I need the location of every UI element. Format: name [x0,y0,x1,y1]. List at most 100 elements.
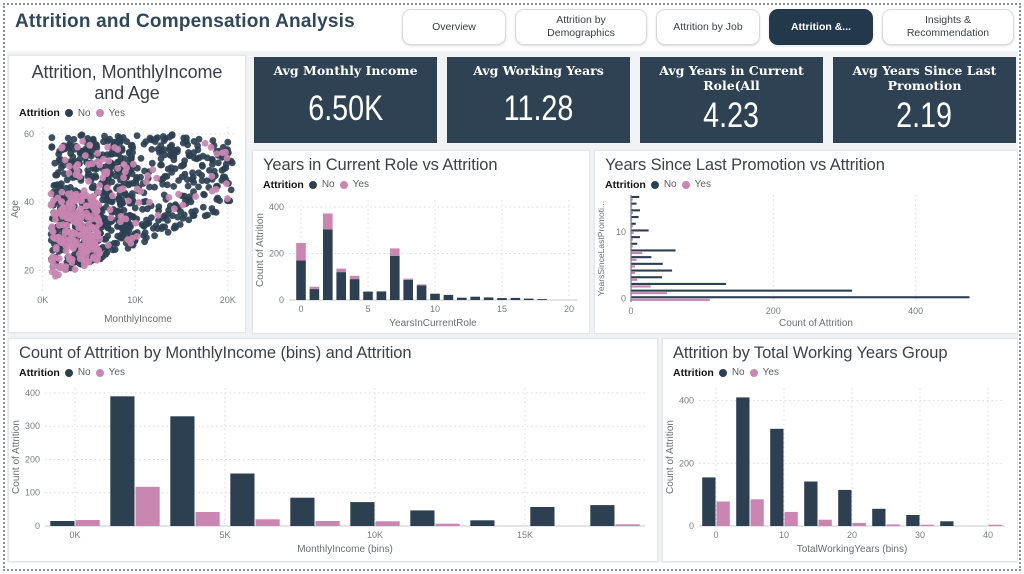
years-since-promotion-chart[interactable]: 0 200 400 0 10 Count of Attrition YearsSinceLa… [595,192,1017,330]
income-bins-panel: Count of Attrition by MonthlyIncome (bin… [8,338,658,562]
svg-text:0: 0 [713,530,718,540]
svg-text:10: 10 [430,304,440,314]
svg-text:Count of Attrition: Count of Attrition [665,420,676,494]
svg-text:60: 60 [24,129,34,139]
legend-title: Attrition [19,107,60,120]
svg-text:0K: 0K [69,530,80,540]
chart-title: Attrition, MonthlyIncome and Age [31,62,223,103]
legend-dot-no [64,109,73,118]
svg-text:20K: 20K [220,295,236,305]
svg-text:200: 200 [269,248,284,258]
kpi-card-avg-years-in-current-role: Avg Years in Current Role(All 4.23 [640,57,823,143]
years-since-promotion-panel: Years Since Last Promotion vs Attrition … [594,150,1018,334]
legend-dot-no [308,180,317,189]
tab-label: Overview [432,20,476,33]
nav-tabs: Overview Attrition by Demographics Attri… [402,9,1014,45]
svg-text:15K: 15K [517,530,533,540]
svg-text:200: 200 [679,458,694,468]
years-in-current-role-panel: Years in Current Role vs Attrition Attri… [252,150,590,334]
svg-text:200: 200 [766,306,781,316]
svg-text:YearsInCurrentRole: YearsInCurrentRole [389,318,477,329]
kpi-title: Avg Years in Current Role(All [659,63,804,93]
kpi-value: 6.50K [307,88,384,128]
svg-text:5: 5 [366,304,371,314]
scatter-panel: Attrition, MonthlyIncome and Age Attriti… [8,55,246,333]
kpi-value: 2.19 [896,96,953,136]
legend-dot-yes [681,180,690,189]
svg-text:0: 0 [279,295,284,305]
kpi-card-avg-monthly-income: Avg Monthly Income 6.50K [254,57,437,143]
legend-label-no: No [321,179,335,190]
tab-insights-recommendation[interactable]: Insights & Recommendation [882,9,1014,45]
income-bins-chart[interactable]: 0 100 200 300 400 0K 5K 10K 15K MonthlyIncome (bi… [9,380,657,556]
tab-attrition-and-compensation[interactable]: Attrition &... [769,9,873,45]
legend-dot-yes [95,109,104,118]
chart-legend: Attrition No Yes [663,364,1017,380]
svg-text:0K: 0K [37,295,48,305]
svg-text:Count of Attrition: Count of Attrition [11,420,22,494]
legend-dot-no [64,368,73,377]
svg-text:0: 0 [621,294,626,304]
chart-legend: Attrition No Yes [9,105,245,121]
tab-attrition-by-demographics[interactable]: Attrition by Demographics [515,9,647,45]
legend-title: Attrition [19,366,60,379]
svg-text:MonthlyIncome: MonthlyIncome [104,314,172,325]
legend-label-no: No [663,179,677,190]
chart-title: Years Since Last Promotion vs Attrition [605,156,885,174]
page-title: Attrition and Compensation Analysis [15,11,355,32]
svg-text:20: 20 [847,530,857,540]
svg-text:0: 0 [628,306,633,316]
tab-label: Insights & Recommendation [906,14,990,39]
kpi-value: 11.28 [503,88,574,128]
kpi-title: Avg Monthly Income [273,63,418,78]
svg-text:100: 100 [25,488,40,498]
kpi-card-avg-working-years: Avg Working Years 11.28 [447,57,630,143]
svg-text:40: 40 [983,530,993,540]
svg-text:20: 20 [24,265,34,275]
chart-title: Years in Current Role vs Attrition [263,156,498,174]
svg-text:Age: Age [10,199,21,217]
svg-text:400: 400 [908,306,923,316]
svg-text:YearsSinceLastPromoti...: YearsSinceLastPromoti... [596,201,606,296]
tab-label: Attrition by Demographics [547,14,615,39]
legend-dot-no [718,368,727,377]
svg-text:400: 400 [269,202,284,212]
legend-label-no: No [731,367,745,378]
kpi-title: Avg Working Years [473,63,604,78]
kpi-title: Avg Years Since Last Promotion [852,63,997,93]
legend-label-no: No [77,367,91,378]
svg-text:Count of Attrition: Count of Attrition [255,213,266,287]
svg-text:0: 0 [35,521,40,531]
legend-title: Attrition [673,366,714,379]
svg-text:5K: 5K [219,530,230,540]
legend-title: Attrition [263,178,304,191]
tab-overview[interactable]: Overview [402,9,506,45]
tab-label: Attrition by Job [673,20,743,33]
working-years-chart[interactable]: 0 200 400 0 10 20 30 40 TotalWorkingYears (bins)… [663,380,1017,556]
scatter-chart[interactable]: 20 40 60 0K 10K 20K MonthlyIncome Age [9,121,245,325]
chart-legend: Attrition No Yes [9,364,657,380]
legend-label-yes: Yes [108,367,125,378]
chart-legend: Attrition No Yes [253,176,589,192]
legend-label-yes: Yes [694,179,711,190]
svg-text:300: 300 [25,421,40,431]
legend-label-yes: Yes [108,107,125,119]
tab-attrition-by-job[interactable]: Attrition by Job [656,9,760,45]
svg-text:40: 40 [24,197,34,207]
years-in-current-role-chart[interactable]: 0 200 400 0 5 10 15 20 YearsInCurrentRole Count o… [253,192,589,330]
svg-text:0: 0 [689,521,694,531]
chart-title: Count of Attrition by MonthlyIncome (bin… [19,344,412,362]
svg-text:30: 30 [915,530,925,540]
svg-text:10: 10 [616,227,626,237]
svg-text:0: 0 [299,304,304,314]
legend-dot-yes [339,180,348,189]
svg-text:15: 15 [497,304,507,314]
legend-dot-no [650,180,659,189]
legend-label-yes: Yes [762,367,779,378]
chart-legend: Attrition No Yes [595,176,1017,192]
svg-text:400: 400 [25,388,40,398]
legend-dot-yes [749,368,758,377]
svg-text:400: 400 [679,396,694,406]
kpi-card-avg-years-since-promotion: Avg Years Since Last Promotion 2.19 [833,57,1016,143]
svg-text:MonthlyIncome (bins): MonthlyIncome (bins) [297,544,393,555]
